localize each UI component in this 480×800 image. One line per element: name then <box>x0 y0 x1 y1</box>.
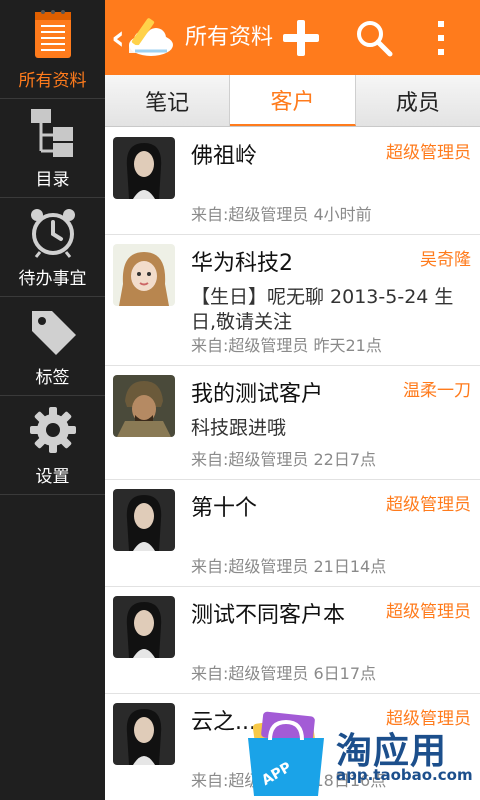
source-meta: 来自:超级管理员 昨天21点 <box>191 336 382 355</box>
customer-name: 测试不同客户本 <box>191 603 346 628</box>
tree-folder-icon <box>27 107 79 159</box>
app-store-watermark: APP 淘应用 app.taobao.com <box>240 700 480 800</box>
latest-note: 【生日】呢无聊 2013-5-24 生日,敬请关注 <box>191 286 454 333</box>
sidebar-item-label: 设置 <box>35 466 70 487</box>
page-title: 所有资料 <box>185 24 274 50</box>
search-button[interactable] <box>348 0 400 75</box>
avatar <box>113 489 175 551</box>
source-meta: 来自:超级管理员 4小时前 <box>191 205 372 224</box>
sidebar-item-directory[interactable]: 目录 <box>0 99 105 198</box>
customer-name: 第十个 <box>191 496 258 521</box>
list-item[interactable]: 测试不同客户本 超级管理员 来自:超级管理员 6日17点 <box>105 587 480 694</box>
sidebar-item-label: 待办事宜 <box>18 268 87 289</box>
back-button[interactable]: ‹ <box>105 0 175 75</box>
sidebar-item-label: 目录 <box>35 169 70 190</box>
shopping-bag-icon: APP <box>248 711 324 796</box>
sidebar-item-label: 所有资料 <box>18 70 87 91</box>
tag-icon <box>27 305 79 357</box>
sidebar-item-tags[interactable]: 标签 <box>0 297 105 396</box>
overflow-menu-icon <box>438 20 444 55</box>
customer-name: 佛祖岭 <box>191 144 258 169</box>
avatar <box>113 596 175 658</box>
plus-icon <box>283 19 319 56</box>
avatar <box>113 137 175 199</box>
top-bar: ‹ 所有资料 <box>105 0 480 75</box>
alarm-clock-icon <box>27 206 79 258</box>
sidebar-item-label: 标签 <box>35 367 70 388</box>
list-item[interactable]: 第十个 超级管理员 来自:超级管理员 21日14点 <box>105 480 480 587</box>
customer-name: 华为科技2 <box>191 251 293 276</box>
sidebar: 所有资料 目录 待办事宜 标签 设置 <box>0 0 105 800</box>
avatar <box>113 375 175 437</box>
latest-note: 科技跟进哦 <box>191 417 287 439</box>
sidebar-item-todo[interactable]: 待办事宜 <box>0 198 105 297</box>
list-item[interactable]: 我的测试客户 温柔一刀 科技跟进哦 来自:超级管理员 22日7点 <box>105 366 480 480</box>
tab-notes[interactable]: 笔记 <box>105 75 231 126</box>
avatar <box>113 703 175 765</box>
source-meta: 来自:超级管理员 22日7点 <box>191 450 377 469</box>
owner-name: 超级管理员 <box>386 143 471 163</box>
add-button[interactable] <box>275 0 327 75</box>
watermark-url: app.taobao.com <box>336 766 473 784</box>
sidebar-item-all-data[interactable]: 所有资料 <box>0 0 105 99</box>
notebook-icon <box>27 8 79 60</box>
owner-name: 温柔一刀 <box>403 381 471 401</box>
owner-name: 超级管理员 <box>386 602 471 622</box>
search-icon <box>357 20 393 56</box>
sidebar-item-settings[interactable]: 设置 <box>0 396 105 495</box>
owner-name: 吴奇隆 <box>420 250 471 270</box>
list-item[interactable]: 华为科技2 吴奇隆 【生日】呢无聊 2013-5-24 生日,敬请关注 来自:超… <box>105 235 480 366</box>
app-logo-icon <box>123 13 175 63</box>
tab-customers[interactable]: 客户 <box>230 75 356 126</box>
source-meta: 来自:超级管理员 21日14点 <box>191 557 387 576</box>
customer-name: 我的测试客户 <box>191 382 324 407</box>
gear-icon <box>27 404 79 456</box>
owner-name: 超级管理员 <box>386 495 471 515</box>
list-item[interactable]: 佛祖岭 超级管理员 来自:超级管理员 4小时前 <box>105 128 480 235</box>
source-meta: 来自:超级管理员 6日17点 <box>191 664 377 683</box>
tab-members[interactable]: 成员 <box>356 75 480 126</box>
overflow-menu-button[interactable] <box>421 0 461 75</box>
avatar <box>113 244 175 306</box>
tab-bar: 笔记 客户 成员 <box>105 75 480 127</box>
